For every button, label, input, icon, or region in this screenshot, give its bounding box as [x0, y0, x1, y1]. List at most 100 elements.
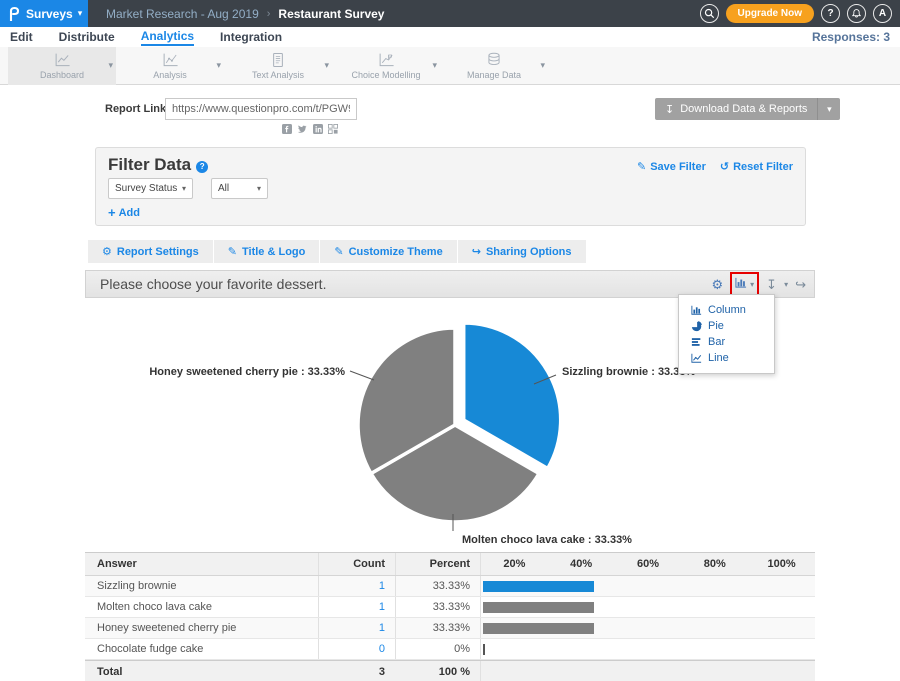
toolbar-item-analysis[interactable]: Analysis ▾ — [116, 47, 224, 85]
toolbar-item-label: Text Analysis — [252, 70, 304, 80]
download-data-reports-button[interactable]: ↧ Download Data & Reports — [655, 98, 817, 120]
toolbar-item-label: Analysis — [153, 70, 187, 80]
twitter-icon[interactable] — [297, 121, 308, 139]
tab-title-logo[interactable]: ✎ Title & Logo — [214, 240, 320, 263]
nav-item-analytics[interactable]: Analytics — [141, 29, 194, 46]
report-link-input[interactable] — [165, 98, 357, 120]
menu-item-bar[interactable]: Bar — [679, 334, 774, 350]
filter-data-panel: Filter Data ? ✎ Save Filter ↺ Reset Filt… — [95, 147, 806, 226]
search-icon[interactable] — [700, 4, 719, 23]
filter-title-row: Filter Data ? — [108, 155, 208, 175]
count-link[interactable]: 1 — [318, 576, 395, 596]
surveys-product-menu[interactable]: Surveys ▾ — [0, 0, 88, 27]
menu-item-line[interactable]: Line — [679, 350, 774, 366]
save-filter-link[interactable]: ✎ Save Filter — [637, 160, 706, 173]
table-row: Molten choco lava cake 1 33.33% — [85, 597, 815, 618]
tab-report-settings[interactable]: ⚙ Report Settings — [88, 240, 213, 263]
chevron-down-icon[interactable]: ▾ — [432, 60, 437, 71]
toolbar-item-choice-modelling[interactable]: Choice Modelling ▾ — [332, 47, 440, 85]
nav-item-distribute[interactable]: Distribute — [59, 30, 115, 44]
count-link[interactable]: 0 — [318, 639, 395, 659]
download-button-label: Download Data & Reports — [680, 103, 807, 115]
axis-tick-100: 100% — [748, 558, 815, 570]
toolbar-item-text-analysis[interactable]: Text Analysis ▾ — [224, 47, 332, 85]
notifications-bell-icon[interactable] — [847, 4, 866, 23]
chart-toolbar: ⚙ ▾ ↧ ▾ ↪ — [712, 272, 815, 296]
percent-cell: 33.33% — [395, 618, 480, 638]
axis-tick-40: 40% — [548, 558, 615, 570]
answer-cell: Honey sweetened cherry pie — [85, 618, 318, 638]
topbar-actions: Upgrade Now ? A — [700, 4, 900, 23]
analysis-scatter-icon — [162, 52, 179, 69]
percent-cell: 0% — [395, 639, 480, 659]
top-bar: Surveys ▾ Market Research - Aug 2019 › R… — [0, 0, 900, 27]
chart-type-button[interactable] — [735, 275, 747, 293]
avatar[interactable]: A — [873, 4, 892, 23]
table-header-row: Answer Count Percent 20% 40% 60% 80% 100… — [85, 553, 815, 576]
tab-label: Title & Logo — [242, 246, 305, 258]
nav-item-edit[interactable]: Edit — [10, 30, 33, 44]
menu-item-pie[interactable]: Pie — [679, 318, 774, 334]
gears-icon: ⚙ — [102, 245, 112, 258]
add-filter-link[interactable]: + Add — [108, 205, 140, 220]
filter-field-select[interactable]: Survey Status ▾ — [108, 178, 193, 199]
tab-label: Sharing Options — [486, 246, 572, 258]
menu-item-label: Column — [708, 304, 746, 316]
share-icons-row — [282, 121, 338, 139]
total-count: 3 — [318, 661, 395, 681]
help-button[interactable]: ? — [821, 4, 840, 23]
toolbar-item-dashboard[interactable]: Dashboard ▾ — [8, 47, 116, 85]
chevron-down-icon[interactable]: ▾ — [540, 60, 545, 71]
percent-cell: 33.33% — [395, 576, 480, 596]
pencil-icon: ✎ — [637, 160, 646, 173]
percent-cell: 33.33% — [395, 597, 480, 617]
dashboard-chart-icon — [54, 52, 71, 69]
filter-value-select[interactable]: All ▾ — [211, 178, 268, 199]
upgrade-now-button[interactable]: Upgrade Now — [726, 4, 814, 23]
help-tooltip-icon[interactable]: ? — [196, 161, 208, 173]
breadcrumb-parent-link[interactable]: Market Research - Aug 2019 — [106, 7, 259, 21]
tab-sharing-options[interactable]: ↪ Sharing Options — [458, 240, 586, 263]
chart-settings-gears-icon[interactable]: ⚙ — [712, 278, 724, 291]
download-options-caret[interactable]: ▾ — [817, 98, 840, 120]
facebook-icon[interactable] — [282, 121, 292, 139]
download-icon: ↧ — [665, 103, 674, 116]
menu-item-label: Bar — [708, 336, 725, 348]
responses-count: Responses: 3 — [812, 30, 890, 44]
embed-icon[interactable] — [328, 121, 338, 139]
share-chart-icon[interactable]: ↪ — [795, 278, 806, 291]
tab-customize-theme[interactable]: ✎ Customize Theme — [320, 240, 456, 263]
toolbar-item-manage-data[interactable]: Manage Data ▾ — [440, 47, 548, 85]
chevron-down-icon[interactable]: ▾ — [216, 60, 221, 71]
export-download-icon[interactable]: ↧ — [766, 278, 777, 291]
percent-bar — [483, 623, 594, 634]
results-table: Answer Count Percent 20% 40% 60% 80% 100… — [85, 552, 815, 681]
col-header-answer: Answer — [85, 553, 318, 575]
total-label: Total — [85, 661, 318, 681]
count-link[interactable]: 1 — [318, 618, 395, 638]
table-row: Chocolate fudge cake 0 0% — [85, 639, 815, 660]
axis-tick-80: 80% — [681, 558, 748, 570]
table-total-row: Total 3 100 % — [85, 660, 815, 681]
questionpro-logo-icon — [8, 6, 21, 21]
reset-filter-link[interactable]: ↺ Reset Filter — [720, 160, 793, 173]
filter-panel-title: Filter Data — [108, 155, 191, 175]
chevron-down-icon[interactable]: ▾ — [750, 280, 754, 289]
question-title: Please choose your favorite dessert. — [86, 276, 326, 292]
pie-label-molten: Molten choco lava cake : 33.33% — [462, 534, 632, 546]
breadcrumb-separator: › — [267, 8, 271, 20]
pencil-icon: ✎ — [334, 245, 343, 258]
total-percent: 100 % — [395, 661, 480, 681]
chevron-down-icon[interactable]: ▾ — [784, 280, 788, 289]
bar-axis-header: 20% 40% 60% 80% 100% — [480, 553, 815, 575]
menu-item-label: Line — [708, 352, 729, 364]
nav-item-integration[interactable]: Integration — [220, 30, 282, 44]
toolbar-item-label: Manage Data — [467, 70, 521, 80]
chevron-down-icon: ▾ — [182, 184, 186, 193]
menu-item-column[interactable]: Column — [679, 302, 774, 318]
count-link[interactable]: 1 — [318, 597, 395, 617]
linkedin-icon[interactable] — [313, 121, 323, 139]
chevron-down-icon[interactable]: ▾ — [108, 60, 113, 71]
chevron-down-icon[interactable]: ▾ — [324, 60, 329, 71]
pencil-icon: ✎ — [228, 245, 237, 258]
